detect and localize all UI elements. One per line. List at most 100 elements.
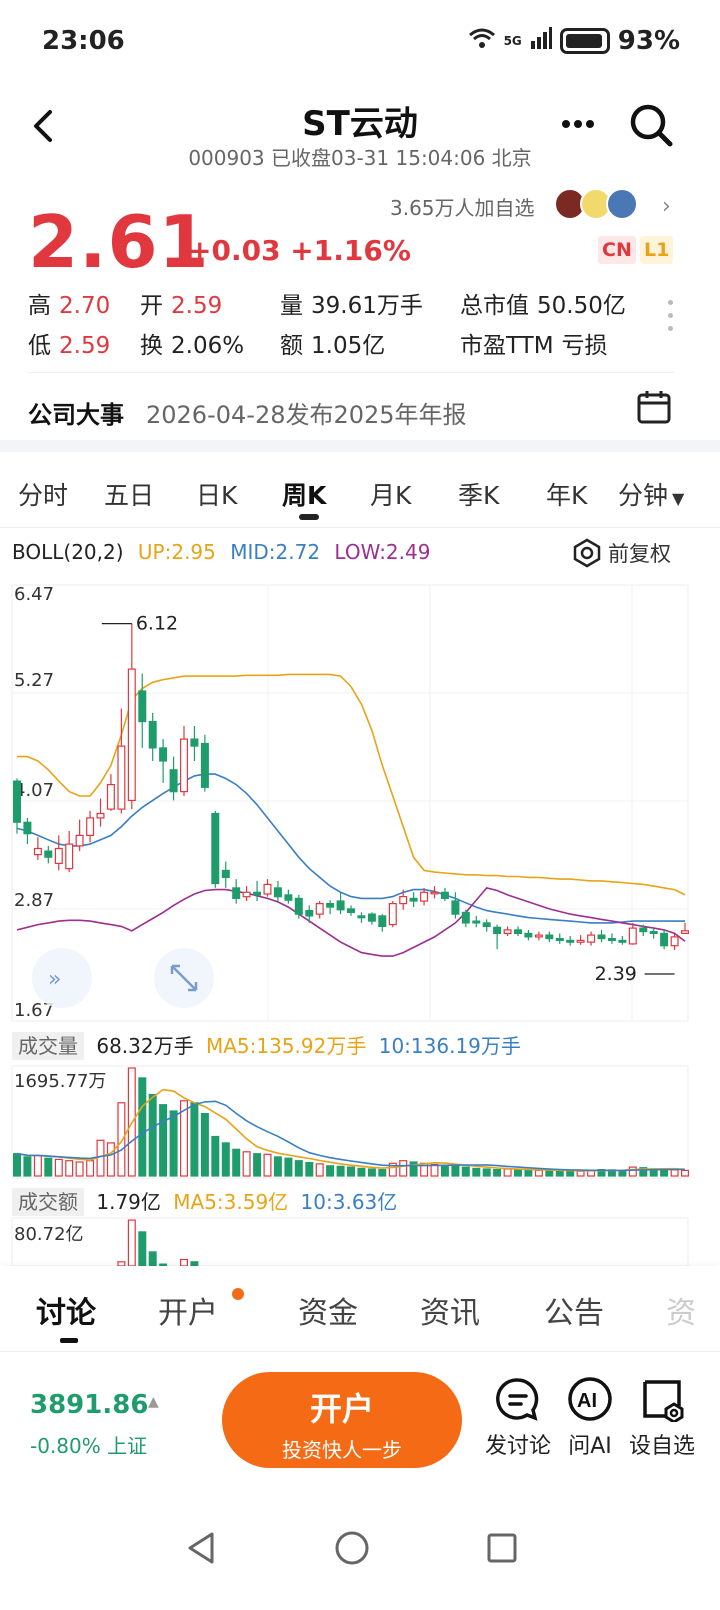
avatar (606, 188, 638, 220)
open-account-sub: 投资快人一步 (282, 1438, 402, 1462)
event-label: 公司大事 (28, 401, 124, 429)
candle-down (169, 769, 178, 793)
volume-bar-up (670, 1169, 679, 1177)
kline-chart[interactable]: 6.47 5.27 4.07 2.87 1.67 6.122.39 » 1695… (0, 570, 720, 1266)
amount-frame (11, 1217, 689, 1266)
volume-bar-down (253, 1153, 262, 1177)
nav-recents-button[interactable] (482, 1528, 522, 1568)
tab-week-k[interactable]: 周K (282, 476, 326, 512)
volume-bar-down (232, 1148, 241, 1177)
candle-down (294, 897, 303, 915)
volume-top-label: 1695.77万 (14, 1071, 106, 1092)
candle-down (555, 937, 564, 941)
company-event[interactable]: 公司大事 2026-04-28发布2025年年报 (28, 372, 674, 438)
watchers-count[interactable]: 3.65万人加自选 (390, 192, 535, 221)
add-watchlist-label: 设自选 (628, 1434, 695, 1459)
volume-bar-down (305, 1161, 314, 1177)
divider (0, 440, 720, 452)
ask-ai-button[interactable]: AI 问AI (550, 1376, 630, 1460)
candle-down (524, 932, 533, 938)
candle-down (618, 939, 627, 943)
volume-bar-up (75, 1161, 84, 1177)
candle-down (660, 932, 669, 947)
open-account-label: 开户 (309, 1390, 374, 1428)
volume-bar-up (65, 1160, 74, 1177)
volume-bar-down (336, 1165, 345, 1177)
candle-down (472, 920, 481, 924)
tab-news[interactable]: 资讯 (420, 1288, 480, 1332)
candle-down (409, 897, 418, 902)
tab-minute[interactable]: 分钟 ▼ (618, 476, 684, 512)
watcher-avatars[interactable] (554, 188, 638, 220)
volume-ma10-line (16, 1100, 686, 1172)
nav-home-button[interactable] (332, 1528, 372, 1568)
volume-bar-down (524, 1169, 533, 1177)
min-price-label: 2.39 (595, 963, 637, 985)
calendar-icon[interactable] (636, 389, 672, 425)
adjust-button[interactable]: 前复权 (572, 538, 671, 568)
amount-value: 1.79亿 (96, 1190, 161, 1214)
amount-label-box[interactable]: 成交额 (12, 1188, 84, 1216)
tab-partial[interactable]: 资 (666, 1288, 696, 1332)
candle-down (493, 926, 502, 934)
volume-bar-down (159, 1104, 168, 1177)
volume-bar-down (367, 1168, 376, 1177)
volume-bar-down (273, 1156, 282, 1177)
candle-down (232, 887, 241, 900)
more-button[interactable] (558, 104, 598, 144)
stat-open: 开 2.59 (140, 293, 223, 319)
expand-dots-icon[interactable] (668, 300, 674, 339)
active-tab-indicator (299, 514, 319, 520)
candle-up (420, 891, 429, 902)
volume-bar-up (680, 1169, 689, 1177)
nav-back-button[interactable] (182, 1528, 222, 1568)
volume-ma5-line (16, 1088, 686, 1172)
volume-bar-down (357, 1167, 366, 1177)
volume-bar-up (534, 1169, 543, 1177)
volume-bar-down (211, 1135, 220, 1177)
volume-bar-down (545, 1169, 554, 1177)
candle-down (649, 930, 658, 934)
volume-bar-down (44, 1157, 53, 1177)
tab-year-k[interactable]: 年K (546, 476, 587, 512)
volume-bar-down (284, 1157, 293, 1177)
volume-bar-down (148, 1093, 157, 1177)
index-change[interactable]: -0.80% 上证 (30, 1430, 147, 1459)
volume-bar-down (555, 1170, 564, 1177)
volume-bar-down (461, 1166, 470, 1177)
l1-badge: L1 (640, 236, 674, 264)
amount-legend: 成交额 1.79亿 MA5:3.59亿 10:3.63亿 (12, 1186, 403, 1216)
collapse-button[interactable] (32, 948, 92, 1008)
volume-bar-up (399, 1160, 408, 1177)
candle-up (65, 843, 74, 870)
candle-down (451, 900, 460, 915)
tab-fenshi[interactable]: 分时 (18, 476, 68, 512)
volume-bar-down (451, 1165, 460, 1177)
candle-up (576, 939, 585, 943)
event-text: 2026-04-28发布2025年年报 (146, 401, 467, 429)
tab-open-account[interactable]: 开户 (158, 1288, 218, 1332)
volume-label-box[interactable]: 成交量 (12, 1032, 84, 1060)
candle-up (242, 891, 251, 898)
add-watchlist-button[interactable]: 设自选 (622, 1376, 702, 1460)
post-discussion-label: 发讨论 (484, 1434, 551, 1459)
search-button[interactable] (628, 102, 674, 148)
volume-bar-up (315, 1163, 324, 1177)
candle-up (75, 834, 84, 847)
post-discussion-button[interactable]: 发讨论 (478, 1376, 558, 1460)
amount-bar-down (138, 1231, 147, 1266)
open-account-button[interactable]: 开户 投资快人一步 (222, 1372, 462, 1468)
index-value[interactable]: 3891.86 (30, 1390, 148, 1420)
tab-funds[interactable]: 资金 (298, 1288, 358, 1332)
quote-row: 高 2.70 开 2.59 量 39.61万手 总市值 50.50亿 (28, 286, 668, 326)
candle-up (399, 895, 408, 905)
tab-day-k[interactable]: 日K (196, 476, 237, 512)
tab-month-k[interactable]: 月K (370, 476, 411, 512)
tab-five-day[interactable]: 五日 (104, 476, 154, 512)
volume-bar-down (23, 1156, 32, 1177)
tab-announcements[interactable]: 公告 (544, 1288, 604, 1332)
chevron-right-icon[interactable]: › (662, 194, 671, 219)
tab-discussion[interactable]: 讨论 (36, 1288, 96, 1332)
tab-season-k[interactable]: 季K (458, 476, 499, 512)
candle-up (263, 883, 272, 895)
